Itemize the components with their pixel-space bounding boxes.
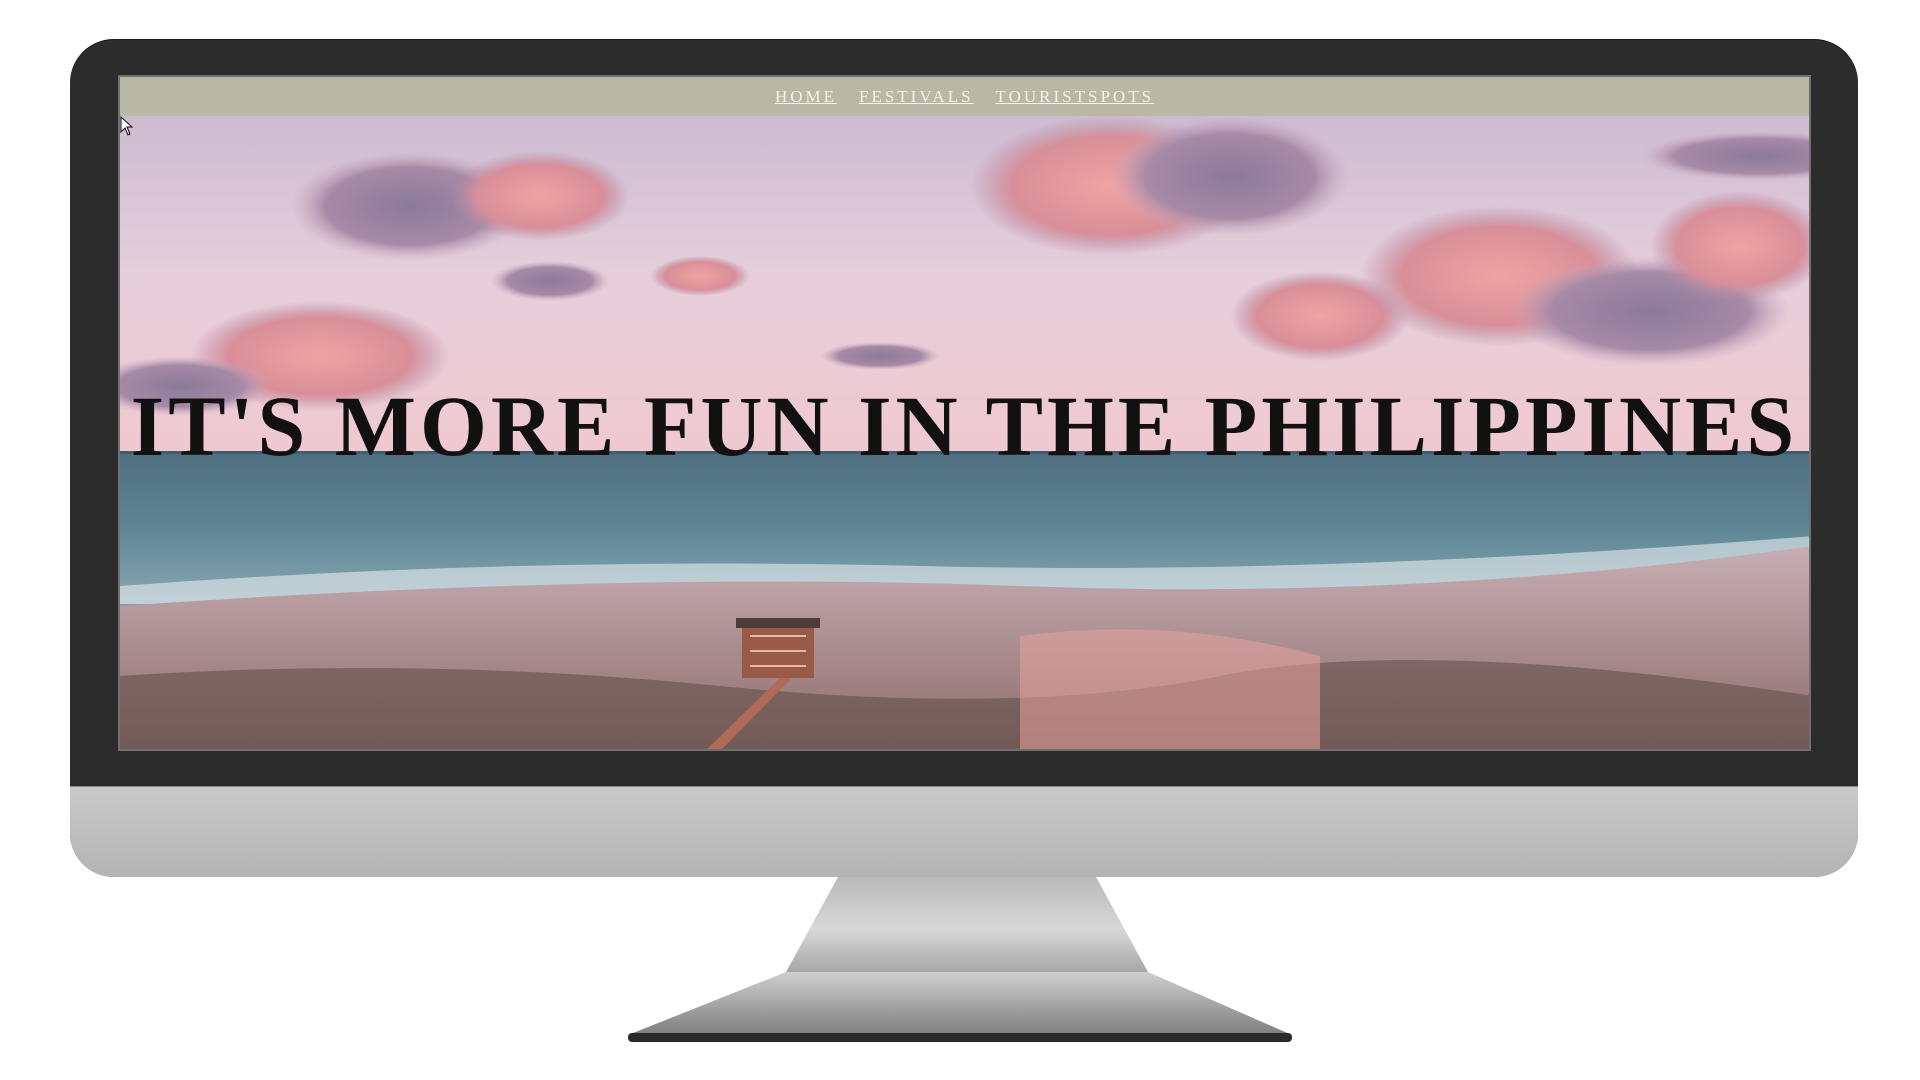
nav-link-home[interactable]: HOME bbox=[775, 87, 837, 107]
desktop-scene: HOME FESTIVALS TOURISTSPOTS IT'S MORE FU… bbox=[0, 0, 1920, 1080]
site-navbar: HOME FESTIVALS TOURISTSPOTS bbox=[120, 77, 1809, 116]
nav-link-touristspots[interactable]: TOURISTSPOTS bbox=[996, 87, 1155, 107]
mouse-cursor-icon bbox=[120, 116, 134, 136]
hero-section: IT'S MORE FUN IN THE PHILIPPINES bbox=[120, 116, 1809, 749]
nav-link-festivals[interactable]: FESTIVALS bbox=[859, 87, 974, 107]
hero-headline: IT'S MORE FUN IN THE PHILIPPINES bbox=[130, 378, 1799, 474]
monitor: HOME FESTIVALS TOURISTSPOTS IT'S MORE FU… bbox=[70, 39, 1858, 877]
monitor-chin bbox=[70, 786, 1858, 877]
browser-viewport: HOME FESTIVALS TOURISTSPOTS IT'S MORE FU… bbox=[118, 75, 1811, 751]
